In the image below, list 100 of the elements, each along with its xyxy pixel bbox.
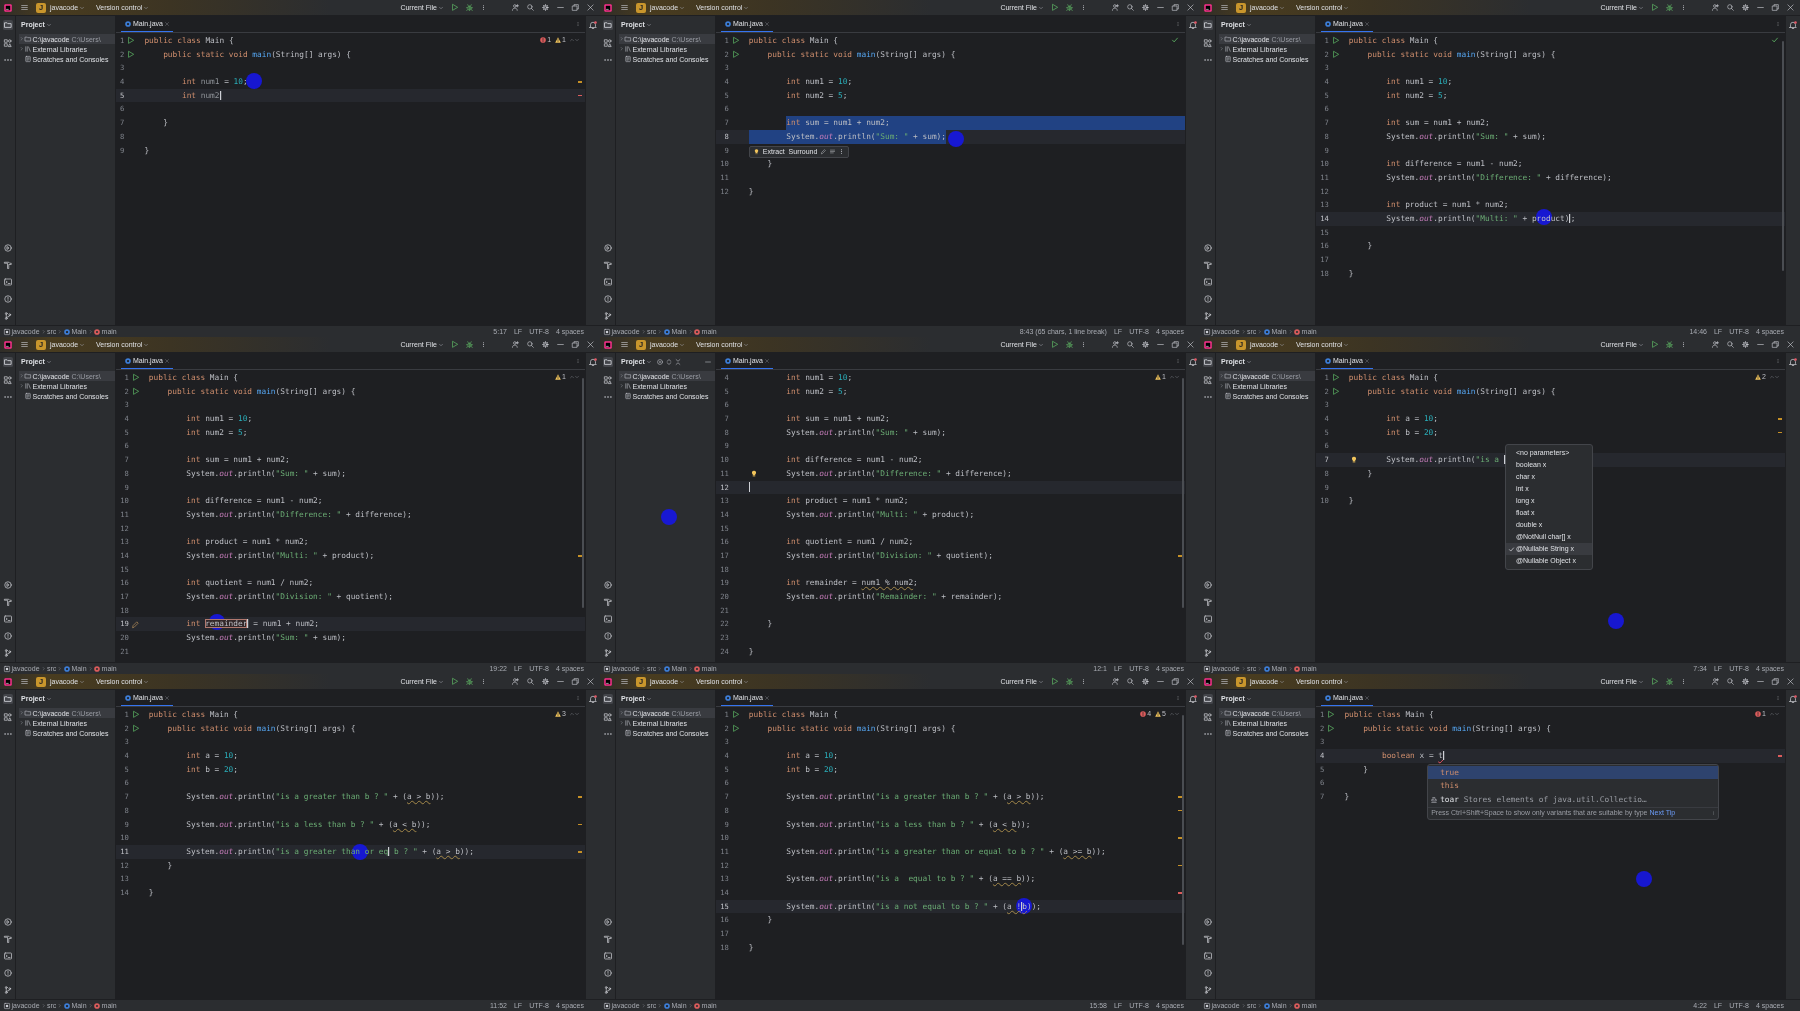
shapes-icon[interactable] bbox=[603, 376, 612, 384]
branch-icon[interactable] bbox=[603, 986, 612, 994]
branch-icon[interactable] bbox=[1203, 649, 1212, 657]
search-icon[interactable] bbox=[1127, 678, 1134, 685]
warning-icon[interactable] bbox=[554, 36, 561, 43]
hammer-icon[interactable] bbox=[1203, 261, 1212, 269]
branch-icon[interactable] bbox=[1203, 312, 1212, 320]
alert-circle-icon[interactable] bbox=[603, 295, 612, 303]
restore-icon[interactable] bbox=[1772, 341, 1779, 348]
close-icon[interactable] bbox=[1187, 341, 1194, 348]
user-icon[interactable] bbox=[512, 678, 519, 685]
restore-icon[interactable] bbox=[1772, 678, 1779, 685]
minimize-icon[interactable] bbox=[1757, 4, 1764, 11]
branch-icon[interactable] bbox=[603, 649, 612, 657]
bug-icon[interactable] bbox=[1666, 341, 1673, 348]
restore-icon[interactable] bbox=[572, 4, 579, 11]
shapes-icon[interactable] bbox=[603, 39, 612, 47]
restore-icon[interactable] bbox=[1172, 4, 1179, 11]
play-circle-icon[interactable] bbox=[1203, 581, 1212, 589]
minimize-icon[interactable] bbox=[557, 4, 564, 11]
hammer-icon[interactable] bbox=[603, 935, 612, 943]
more-icon[interactable] bbox=[1081, 341, 1086, 348]
more-icon[interactable] bbox=[603, 393, 612, 401]
terminal-icon[interactable] bbox=[1203, 278, 1212, 286]
hammer-icon[interactable] bbox=[603, 261, 612, 269]
run-icon[interactable] bbox=[1651, 4, 1658, 11]
hammer-icon[interactable] bbox=[3, 598, 12, 606]
search-icon[interactable] bbox=[527, 678, 534, 685]
run-icon[interactable] bbox=[451, 678, 458, 685]
alert-circle-icon[interactable] bbox=[3, 295, 12, 303]
close-icon[interactable] bbox=[1787, 678, 1794, 685]
bug-icon[interactable] bbox=[466, 678, 473, 685]
notifications-icon[interactable] bbox=[1789, 358, 1797, 366]
close-icon[interactable] bbox=[587, 678, 594, 685]
settings-icon[interactable] bbox=[1742, 4, 1749, 11]
restore-icon[interactable] bbox=[1772, 4, 1779, 11]
bulb-icon[interactable] bbox=[753, 149, 759, 154]
minimize-icon[interactable] bbox=[1157, 678, 1164, 685]
play-circle-icon[interactable] bbox=[3, 918, 12, 926]
warning-icon[interactable] bbox=[1154, 710, 1161, 717]
check-icon[interactable] bbox=[1172, 37, 1178, 43]
run-icon[interactable] bbox=[1051, 341, 1058, 348]
app-logo-icon[interactable] bbox=[4, 3, 12, 12]
search-icon[interactable] bbox=[1127, 341, 1134, 348]
scrollbar-thumb[interactable] bbox=[1181, 715, 1184, 945]
hammer-icon[interactable] bbox=[603, 598, 612, 606]
hammer-icon[interactable] bbox=[1203, 935, 1212, 943]
run-icon[interactable] bbox=[451, 341, 458, 348]
folder-icon[interactable] bbox=[602, 694, 613, 704]
play-circle-icon[interactable] bbox=[3, 244, 12, 252]
scrollbar-thumb[interactable] bbox=[1181, 378, 1184, 608]
alert-circle-icon[interactable] bbox=[3, 632, 12, 640]
branch-icon[interactable] bbox=[3, 312, 12, 320]
warning-mark-icon[interactable] bbox=[1178, 864, 1182, 867]
minimize-icon[interactable] bbox=[557, 341, 564, 348]
bug-icon[interactable] bbox=[1066, 678, 1073, 685]
settings-icon[interactable] bbox=[1742, 678, 1749, 685]
more-icon[interactable] bbox=[1203, 393, 1212, 401]
branch-icon[interactable] bbox=[603, 312, 612, 320]
folder-icon[interactable] bbox=[1202, 694, 1213, 704]
hammer-icon[interactable] bbox=[1203, 598, 1212, 606]
search-icon[interactable] bbox=[1727, 4, 1734, 11]
more-icon[interactable] bbox=[839, 149, 845, 154]
user-icon[interactable] bbox=[1112, 678, 1119, 685]
warning-icon[interactable] bbox=[554, 710, 561, 717]
restore-icon[interactable] bbox=[1172, 341, 1179, 348]
error-mark-icon[interactable] bbox=[578, 94, 582, 97]
close-icon[interactable] bbox=[1187, 678, 1194, 685]
settings-icon[interactable] bbox=[542, 4, 549, 11]
shapes-icon[interactable] bbox=[3, 39, 12, 47]
bug-icon[interactable] bbox=[1666, 678, 1673, 685]
more-icon[interactable] bbox=[3, 730, 12, 738]
shapes-icon[interactable] bbox=[1203, 376, 1212, 384]
terminal-icon[interactable] bbox=[1203, 615, 1212, 623]
close-icon[interactable] bbox=[587, 4, 594, 11]
target-icon[interactable] bbox=[656, 358, 663, 365]
shapes-icon[interactable] bbox=[3, 713, 12, 721]
branch-icon[interactable] bbox=[3, 986, 12, 994]
app-logo-icon[interactable] bbox=[1204, 340, 1212, 349]
menu-icon[interactable] bbox=[621, 678, 628, 685]
menu-icon[interactable] bbox=[1221, 4, 1228, 11]
app-logo-icon[interactable] bbox=[4, 677, 12, 686]
alert-circle-icon[interactable] bbox=[3, 969, 12, 977]
search-icon[interactable] bbox=[1127, 4, 1134, 11]
user-icon[interactable] bbox=[1112, 341, 1119, 348]
bulb-icon[interactable] bbox=[1350, 456, 1357, 464]
menu-icon[interactable] bbox=[1221, 678, 1228, 685]
more-icon[interactable] bbox=[1203, 730, 1212, 738]
bulb-icon[interactable] bbox=[750, 470, 757, 478]
close-icon[interactable] bbox=[1187, 4, 1194, 11]
warning-mark-icon[interactable] bbox=[578, 823, 582, 826]
close-icon[interactable] bbox=[1787, 341, 1794, 348]
more-icon[interactable] bbox=[1681, 341, 1686, 348]
more-icon[interactable] bbox=[603, 730, 612, 738]
warning-mark-icon[interactable] bbox=[1178, 809, 1182, 812]
more-icon[interactable] bbox=[1081, 4, 1086, 11]
settings-icon[interactable] bbox=[1742, 341, 1749, 348]
warning-icon[interactable] bbox=[1154, 373, 1161, 380]
user-icon[interactable] bbox=[1712, 4, 1719, 11]
more-icon[interactable] bbox=[3, 393, 12, 401]
